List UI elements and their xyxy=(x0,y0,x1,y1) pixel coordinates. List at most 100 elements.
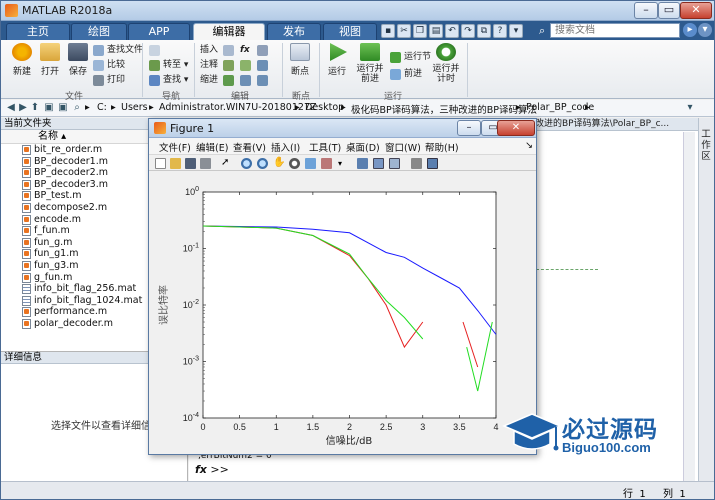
path-segment-users[interactable]: Users xyxy=(121,102,148,113)
pan-icon[interactable]: ✋ xyxy=(273,158,285,169)
workspace-label[interactable]: 工作区 xyxy=(700,129,712,162)
breakpoints-button[interactable]: 断点 xyxy=(288,43,312,77)
rotate-3d-icon[interactable] xyxy=(289,158,300,169)
print-figure-icon[interactable] xyxy=(200,158,211,169)
menu-tools[interactable]: 工具(T) xyxy=(309,140,341,154)
path-segment-project[interactable]: 极化码BP译码算法，三种改进的BP译码算法 xyxy=(351,102,537,116)
legend-icon[interactable] xyxy=(389,158,400,169)
tab-editor[interactable]: 编辑器 xyxy=(193,23,265,40)
decrease-indent-button[interactable] xyxy=(257,74,271,87)
menu-window[interactable]: 窗口(W) xyxy=(385,140,421,154)
tab-publish[interactable]: 发布 xyxy=(267,23,321,40)
insert-function-button[interactable]: fx xyxy=(240,44,250,57)
command-prompt[interactable]: fx >> xyxy=(195,463,229,476)
path-segment-drive[interactable]: C: xyxy=(97,102,107,113)
quick-copy-icon[interactable]: ❐ xyxy=(413,24,427,38)
parent-folder-icon[interactable]: ▣ xyxy=(57,101,69,115)
quick-undo-icon[interactable]: ↶ xyxy=(445,24,459,38)
search-folder-icon[interactable]: ⌕ xyxy=(71,101,83,115)
hide-plot-tools-icon[interactable] xyxy=(411,158,422,169)
forward-arrow-icon[interactable]: ▶ xyxy=(17,101,29,115)
minimize-button[interactable]: – xyxy=(634,2,658,19)
menu-insert[interactable]: 插入(I) xyxy=(271,140,300,154)
up-folder-icon[interactable]: ⬆ xyxy=(29,101,41,115)
browse-folder-icon[interactable]: ▣ xyxy=(43,101,55,115)
window-title: MATLAB R2018a xyxy=(22,4,113,17)
path-segment-desktop[interactable]: Desktop xyxy=(305,102,344,113)
goto-button[interactable]: 转至 ▾ xyxy=(149,59,188,72)
path-segment-code[interactable]: Polar_BP_code xyxy=(526,102,594,113)
menu-edit[interactable]: 编辑(E) xyxy=(196,140,228,154)
brush-icon[interactable] xyxy=(321,158,332,169)
expand-ribbon-icon[interactable]: ▾ xyxy=(698,23,712,37)
indent-button[interactable]: 缩进 xyxy=(200,74,218,87)
quick-redo-icon[interactable]: ↷ xyxy=(461,24,475,38)
open-button[interactable]: 打开 xyxy=(37,43,63,77)
run-and-time-button[interactable]: 运行并计时 xyxy=(431,43,461,84)
figure-close-button[interactable]: ✕ xyxy=(497,120,535,136)
figure-window[interactable]: Figure 1 – ▭ ✕ 文件(F) 编辑(E) 查看(V) 插入(I) 工… xyxy=(148,118,537,455)
comment-percent-button[interactable] xyxy=(223,59,237,72)
comment-button[interactable]: 注释 xyxy=(200,59,218,72)
compare-button[interactable]: 比较 xyxy=(93,59,125,72)
insert-section-button[interactable] xyxy=(223,44,237,57)
link-plot-icon[interactable] xyxy=(357,158,368,169)
insert-more-button[interactable] xyxy=(257,44,271,57)
pointer-icon[interactable]: ➚ xyxy=(221,158,232,169)
save-button[interactable]: 保存 xyxy=(65,43,91,77)
find-files-button[interactable]: 查找文件 xyxy=(93,44,143,57)
show-plot-tools-icon[interactable] xyxy=(427,158,438,169)
menu-file[interactable]: 文件(F) xyxy=(159,140,191,154)
search-go-icon[interactable]: ▸ xyxy=(683,23,697,37)
navigate-back-button[interactable] xyxy=(149,44,166,57)
search-documentation-input[interactable] xyxy=(550,23,680,38)
open-file-icon[interactable] xyxy=(170,158,181,169)
figure-icon xyxy=(154,122,166,134)
quick-paste-icon[interactable]: ▤ xyxy=(429,24,443,38)
column-label: 列 xyxy=(663,489,673,500)
menu-desktop[interactable]: 桌面(D) xyxy=(346,140,380,154)
quick-save-icon[interactable]: ▪ xyxy=(381,24,395,38)
save-icon xyxy=(68,43,88,61)
figure-minimize-button[interactable]: – xyxy=(457,120,481,136)
back-arrow-icon[interactable]: ◀ xyxy=(5,101,17,115)
m-file-icon xyxy=(22,214,31,225)
data-cursor-icon[interactable] xyxy=(305,158,316,169)
advance-button[interactable]: 前进 xyxy=(390,68,422,81)
close-button[interactable]: ✕ xyxy=(680,2,712,19)
run-section-button[interactable]: 运行节 xyxy=(390,51,431,64)
quick-cut-icon[interactable]: ✂ xyxy=(397,24,411,38)
path-segment-user[interactable]: Administrator.WIN7U-20180127Z xyxy=(159,102,317,113)
menu-arrow-icon[interactable]: ↘ xyxy=(525,140,533,151)
zoom-in-icon[interactable] xyxy=(241,158,252,169)
insert-button[interactable]: 插入 xyxy=(200,44,218,57)
quick-help-icon[interactable]: ? xyxy=(493,24,507,38)
maximize-button[interactable]: ▭ xyxy=(658,2,680,19)
zoom-out-icon[interactable] xyxy=(257,158,268,169)
menu-help[interactable]: 帮助(H) xyxy=(425,140,459,154)
save-figure-icon[interactable] xyxy=(185,158,196,169)
wrap-comment-button[interactable] xyxy=(257,59,271,72)
colorbar-icon[interactable] xyxy=(373,158,384,169)
new-figure-icon[interactable] xyxy=(155,158,166,169)
tab-home[interactable]: 主页 xyxy=(6,23,70,40)
tab-view[interactable]: 视图 xyxy=(323,23,377,40)
run-and-advance-button[interactable]: 运行并前进 xyxy=(355,43,385,84)
smart-indent-button[interactable] xyxy=(223,74,237,87)
tab-plots[interactable]: 绘图 xyxy=(71,23,127,40)
graduation-cap-icon xyxy=(502,413,562,451)
nav-placeholder xyxy=(163,45,166,55)
quick-customize-icon[interactable]: ▾ xyxy=(509,24,523,38)
menu-view[interactable]: 查看(V) xyxy=(233,140,266,154)
run-button[interactable]: 运行 xyxy=(325,43,349,77)
brush-dropdown-icon[interactable]: ▾ xyxy=(338,158,349,169)
increase-indent-button[interactable] xyxy=(240,74,254,87)
uncomment-button[interactable] xyxy=(240,59,254,72)
figure-title-bar[interactable]: Figure 1 – ▭ ✕ xyxy=(149,119,536,138)
find-button[interactable]: 查找 ▾ xyxy=(149,74,188,87)
new-button[interactable]: 新建 xyxy=(9,43,35,77)
tab-apps[interactable]: APP xyxy=(128,23,190,40)
print-button[interactable]: 打印 xyxy=(93,74,125,87)
quick-switch-window-icon[interactable]: ⧉ xyxy=(477,24,491,38)
address-dropdown-icon[interactable]: ▾ xyxy=(684,101,696,115)
